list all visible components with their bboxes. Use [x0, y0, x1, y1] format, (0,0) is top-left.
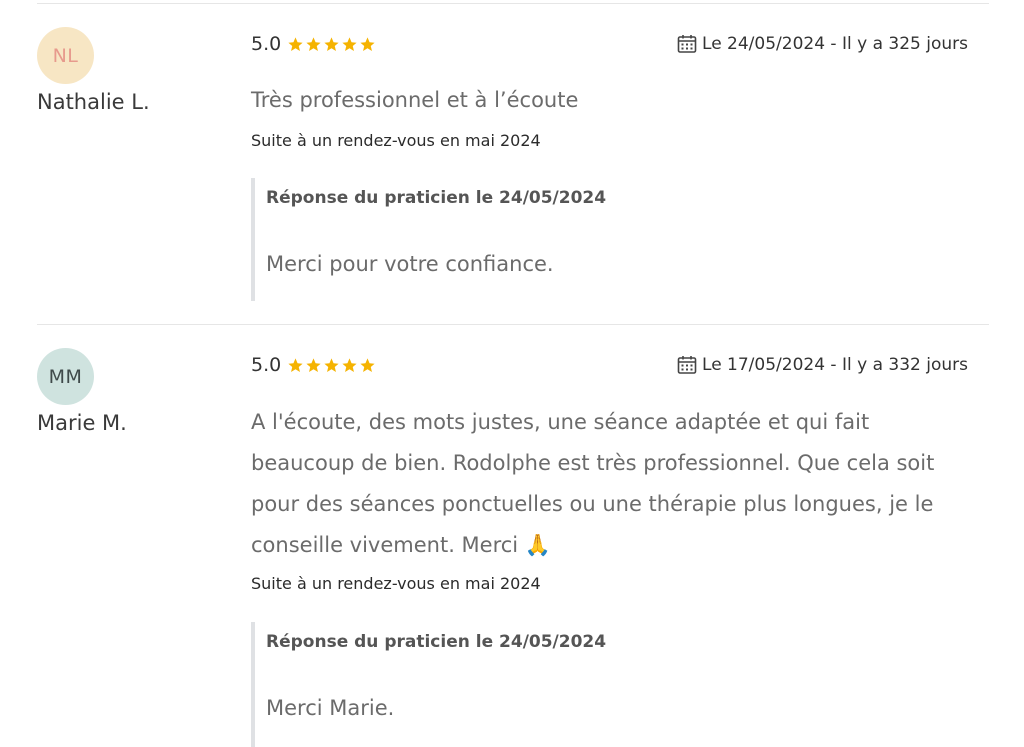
avatar: MM [37, 348, 94, 405]
star-icon [306, 357, 321, 372]
calendar-icon [677, 356, 697, 374]
top-divider [37, 3, 989, 4]
review-author[interactable]: Marie M. [37, 411, 127, 435]
review-divider [37, 324, 989, 325]
star-icon [288, 357, 303, 372]
practitioner-reply: Réponse du praticien le 24/05/2024 Merci… [251, 178, 971, 301]
star-icon [360, 36, 375, 51]
star-icon [324, 36, 339, 51]
review-author[interactable]: Nathalie L. [37, 90, 150, 114]
review-date: Le 17/05/2024 - Il y a 332 jours [677, 355, 968, 375]
review-date-text: Le 24/05/2024 - Il y a 325 jours [702, 34, 968, 54]
star-icon [360, 357, 375, 372]
star-rating [287, 36, 377, 53]
star-icon [342, 36, 357, 51]
visit-context: Suite à un rendez-vous en mai 2024 [251, 574, 541, 593]
star-rating [287, 357, 377, 374]
review-date: Le 24/05/2024 - Il y a 325 jours [677, 34, 968, 54]
rating-value: 5.0 [251, 354, 282, 376]
visit-context: Suite à un rendez-vous en mai 2024 [251, 131, 541, 150]
review-body: A l'écoute, des mots justes, une séance … [251, 410, 935, 557]
avatar: NL [37, 27, 94, 84]
reply-body: Merci Marie. [266, 696, 395, 720]
review-title: Très professionnel et à l’écoute [251, 88, 579, 112]
star-icon [342, 357, 357, 372]
reply-header: Réponse du praticien le 24/05/2024 [266, 632, 607, 652]
practitioner-reply: Réponse du praticien le 24/05/2024 Merci… [251, 622, 971, 747]
review-date-text: Le 17/05/2024 - Il y a 332 jours [702, 355, 968, 375]
star-icon [288, 36, 303, 51]
reply-body: Merci pour votre confiance. [266, 252, 554, 276]
rating-value: 5.0 [251, 33, 282, 55]
reply-header: Réponse du praticien le 24/05/2024 [266, 188, 607, 208]
rating: 5.0 [251, 354, 377, 376]
rating: 5.0 [251, 33, 377, 55]
star-icon [324, 357, 339, 372]
reviews-page: NL Nathalie L. 5.0 Le 24/05/2024 - Il y [0, 0, 1024, 747]
star-icon [306, 36, 321, 51]
calendar-icon [677, 35, 697, 53]
